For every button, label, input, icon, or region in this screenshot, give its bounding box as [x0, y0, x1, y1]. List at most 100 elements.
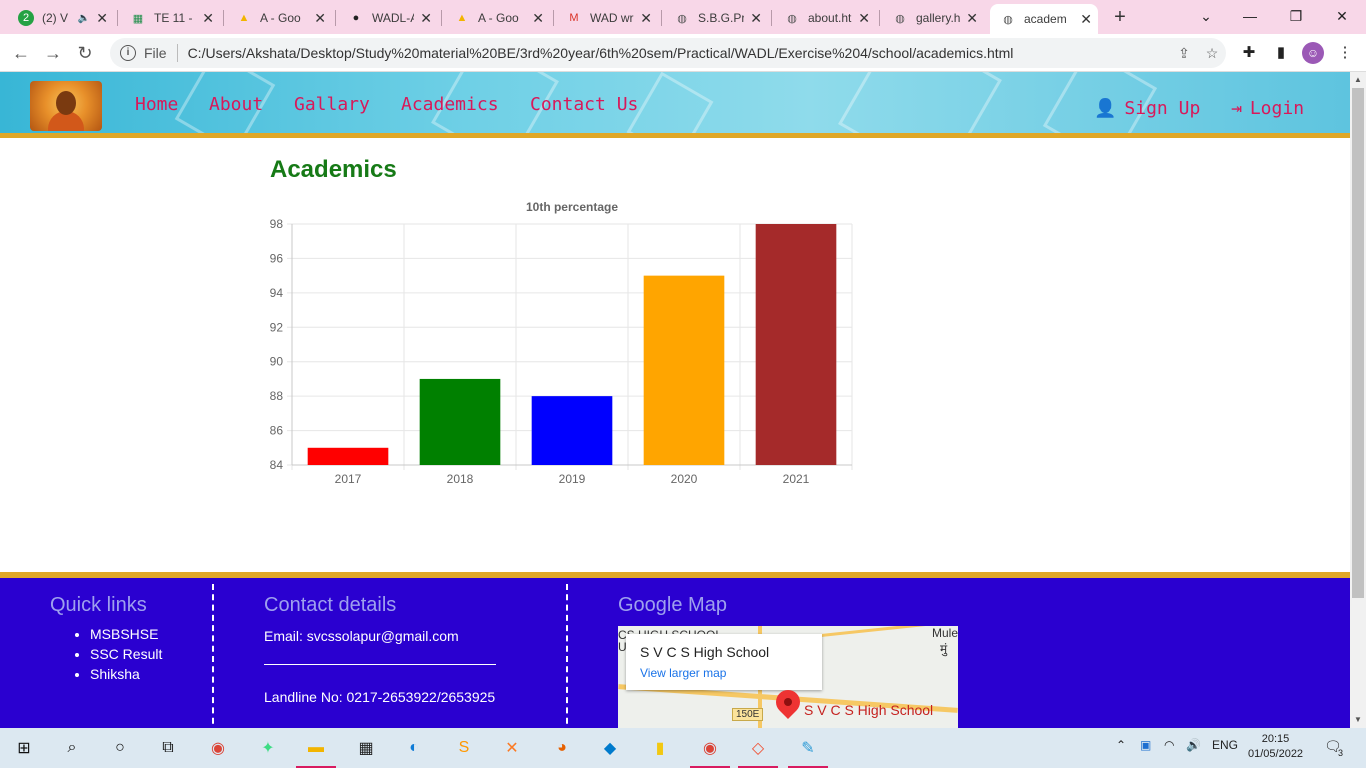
tray-app-icon[interactable]: ▣	[1140, 738, 1151, 752]
cortana-icon[interactable]: ○	[106, 734, 134, 762]
close-window-button[interactable]: ✕	[1320, 2, 1364, 30]
page-scrollbar[interactable]: ▲ ▼	[1350, 72, 1366, 728]
close-tab-icon[interactable]: ✕	[966, 10, 978, 27]
tab-title: WAD wr	[590, 11, 634, 25]
git-icon[interactable]: ◇	[738, 734, 778, 768]
google-map-embed[interactable]: CS HIGH SCHOOL U Mule मुं S V C S High S…	[618, 626, 958, 728]
site-info-icon[interactable]: i	[120, 45, 136, 61]
file-explorer-icon[interactable]: ▬	[296, 734, 336, 768]
clock[interactable]: 20:15 01/05/2022	[1248, 732, 1303, 762]
wifi-icon[interactable]: ◠	[1164, 738, 1174, 752]
map-pin-label: S V C S High School	[804, 702, 934, 718]
back-button[interactable]: ←	[8, 40, 34, 66]
close-tab-icon[interactable]: ✕	[532, 10, 544, 27]
map-label: मुं	[940, 642, 948, 656]
vscode-icon[interactable]: ◆	[596, 734, 624, 762]
firefox-icon[interactable]: ◕	[548, 734, 576, 762]
chrome-profile-icon[interactable]: ◉	[690, 734, 730, 768]
paint-icon[interactable]: ✎	[788, 734, 828, 768]
search-icon[interactable]: ⌕	[58, 734, 86, 762]
tab-title: A - Goo	[478, 11, 519, 25]
quick-link-msbshse[interactable]: MSBSHSE	[90, 626, 162, 642]
login-icon: ⇥	[1231, 98, 1242, 119]
x-tick-label: 2018	[447, 472, 474, 486]
scroll-up-arrow-icon[interactable]: ▲	[1350, 72, 1366, 88]
close-tab-icon[interactable]: ✕	[420, 10, 432, 27]
contact-landline: Landline No: 0217-2653922/2653925	[264, 689, 496, 705]
close-tab-icon[interactable]: ✕	[96, 10, 108, 27]
scrollbar-thumb[interactable]	[1352, 88, 1364, 598]
nav-contact-us[interactable]: Contact Us	[530, 94, 638, 115]
tab-9[interactable]: ◍ academ ✕	[990, 4, 1098, 34]
edge-icon[interactable]: ◐	[400, 734, 428, 762]
xampp-icon[interactable]: ✕	[498, 734, 526, 762]
profile-avatar[interactable]: ☺	[1302, 42, 1324, 64]
language-indicator[interactable]: ENG	[1212, 738, 1238, 752]
close-tab-icon[interactable]: ✕	[640, 10, 652, 27]
nav-home[interactable]: Home	[135, 94, 178, 115]
tab-8[interactable]: ◍ gallery.h ✕	[882, 4, 984, 32]
close-tab-icon[interactable]: ✕	[314, 10, 326, 27]
forward-button[interactable]: →	[40, 40, 66, 66]
start-icon[interactable]: ⊞	[10, 734, 38, 762]
new-tab-button[interactable]: +	[1108, 4, 1132, 30]
nav-gallary[interactable]: Gallary	[294, 94, 370, 115]
scroll-down-arrow-icon[interactable]: ▼	[1350, 712, 1366, 728]
x-tick-label: 2017	[335, 472, 362, 486]
map-place-name: S V C S High School	[640, 644, 770, 660]
tab-1[interactable]: ▦ TE 11 - L ✕	[120, 4, 220, 32]
tray-expand-icon[interactable]: ⌃	[1116, 738, 1126, 752]
url-text[interactable]: C:/Users/Akshata/Desktop/Study%20materia…	[188, 45, 1170, 61]
task-view-icon[interactable]: ⧉	[154, 734, 182, 762]
x-tick-label: 2021	[783, 472, 810, 486]
close-tab-icon[interactable]: ✕	[1080, 11, 1092, 28]
android-studio-icon[interactable]: ✦	[254, 734, 282, 762]
y-tick-label: 94	[270, 286, 284, 300]
sign-up-link[interactable]: 👤 Sign Up	[1094, 98, 1200, 119]
close-tab-icon[interactable]: ✕	[750, 10, 762, 27]
github-icon: ●	[352, 12, 360, 24]
view-larger-map-link[interactable]: View larger map	[640, 666, 808, 680]
tab-2[interactable]: ▲ A - Goo ✕	[226, 4, 332, 32]
tab-0[interactable]: 2 (2) V 🔈 ✕	[8, 4, 114, 32]
tab-title: (2) V	[42, 11, 69, 25]
side-panel-icon[interactable]: ▮	[1270, 42, 1292, 64]
tab-4[interactable]: ▲ A - Goo ✕	[444, 4, 550, 32]
bookmark-star-icon[interactable]: ☆	[1198, 45, 1226, 62]
tab-separator	[335, 10, 336, 26]
scheme-label: File	[144, 45, 167, 61]
sublime-icon[interactable]: S	[450, 734, 478, 762]
close-tab-icon[interactable]: ✕	[858, 10, 870, 27]
volume-icon[interactable]: 🔊	[1186, 738, 1201, 752]
school-logo[interactable]	[30, 81, 102, 131]
tab-3[interactable]: ● WADL-A ✕	[338, 4, 438, 32]
windows-taskbar: ⊞ ⌕ ○ ⧉ ◉ ✦ ▬ ▦ ◐ S ✕ ◕ ◆ ▮ ◉ ◇ ✎ ⌃ ▣ ◠ 🔊 ENG 20:15 01/0…	[0, 728, 1366, 768]
tab-5[interactable]: M WAD wr ✕	[556, 4, 658, 32]
audio-playing-icon[interactable]: 🔈	[78, 13, 90, 24]
map-pin-icon[interactable]	[771, 685, 805, 719]
quick-link-shiksha[interactable]: Shiksha	[90, 666, 162, 682]
store-icon[interactable]: ▦	[352, 734, 380, 762]
menu-icon[interactable]: ⋮	[1334, 42, 1356, 64]
extensions-icon[interactable]: ✚	[1238, 42, 1260, 64]
maximize-button[interactable]: ❐	[1274, 2, 1318, 30]
close-tab-icon[interactable]: ✕	[202, 10, 214, 27]
browser-toolbar: ← → ↻ i File C:/Users/Akshata/Desktop/St…	[0, 34, 1366, 72]
minimize-button[interactable]: —	[1228, 2, 1272, 30]
globe-icon: ◍	[677, 12, 687, 25]
nav-academics[interactable]: Academics	[401, 94, 499, 115]
quick-link-ssc-result[interactable]: SSC Result	[90, 646, 162, 662]
nav-about[interactable]: About	[209, 94, 263, 115]
reload-button[interactable]: ↻	[72, 40, 98, 66]
login-link[interactable]: ⇥ Login	[1231, 98, 1304, 119]
tab-6[interactable]: ◍ S.B.G.Pra ✕	[664, 4, 768, 32]
contact-email: Email: svcssolapur@gmail.com	[264, 628, 459, 644]
tab-7[interactable]: ◍ about.ht ✕	[774, 4, 876, 32]
sign-up-label: Sign Up	[1124, 98, 1201, 119]
share-icon[interactable]: ⇪	[1170, 45, 1198, 62]
tab-search-icon[interactable]: ⌄	[1184, 2, 1228, 30]
chrome-icon[interactable]: ◉	[204, 734, 232, 762]
power-bi-icon[interactable]: ▮	[646, 734, 674, 762]
address-bar[interactable]: i File C:/Users/Akshata/Desktop/Study%20…	[110, 38, 1226, 68]
y-tick-label: 86	[270, 424, 284, 438]
